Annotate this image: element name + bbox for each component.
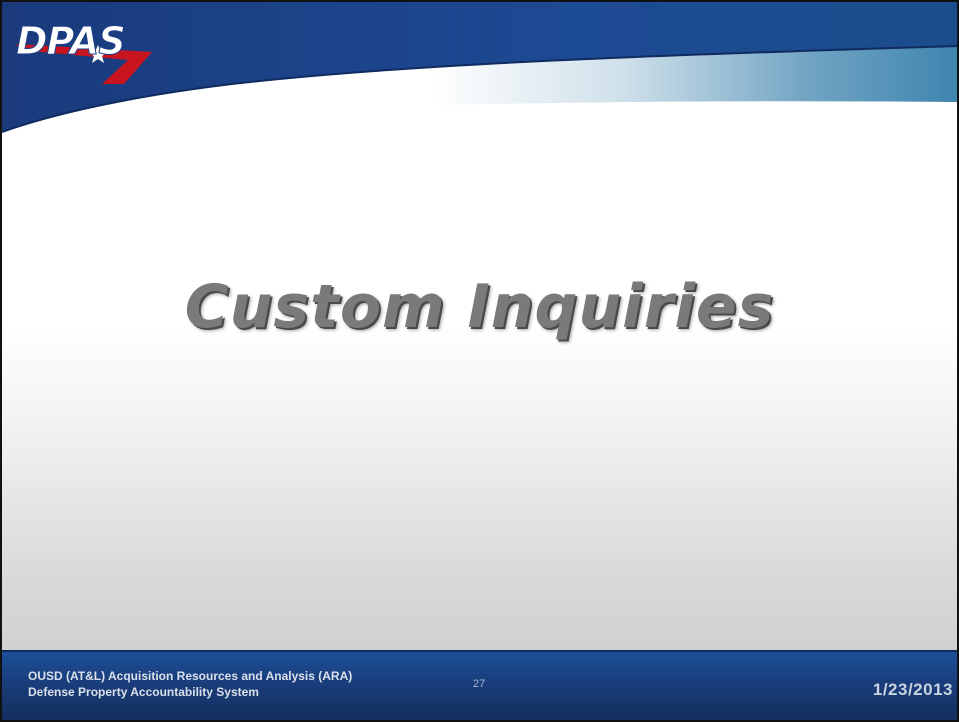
footer-bar: OUSD (AT&L) Acquisition Resources and An… bbox=[2, 650, 957, 720]
slide-title: Custom Inquiries bbox=[184, 272, 775, 342]
footer-org-line-2: Defense Property Accountability System bbox=[28, 685, 259, 699]
footer-org-line-1: OUSD (AT&L) Acquisition Resources and An… bbox=[28, 669, 353, 683]
dpas-logo: DPAS bbox=[12, 14, 162, 86]
slide: DPAS Custom Inquiries OUSD (AT&L) Acquis… bbox=[0, 0, 959, 722]
footer-organization: OUSD (AT&L) Acquisition Resources and An… bbox=[28, 668, 352, 700]
svg-text:DPAS: DPAS bbox=[16, 19, 125, 63]
page-number: 27 bbox=[473, 678, 486, 690]
footer-date: 1/23/2013 bbox=[872, 680, 953, 699]
dpas-logo-mark: DPAS bbox=[16, 19, 152, 84]
